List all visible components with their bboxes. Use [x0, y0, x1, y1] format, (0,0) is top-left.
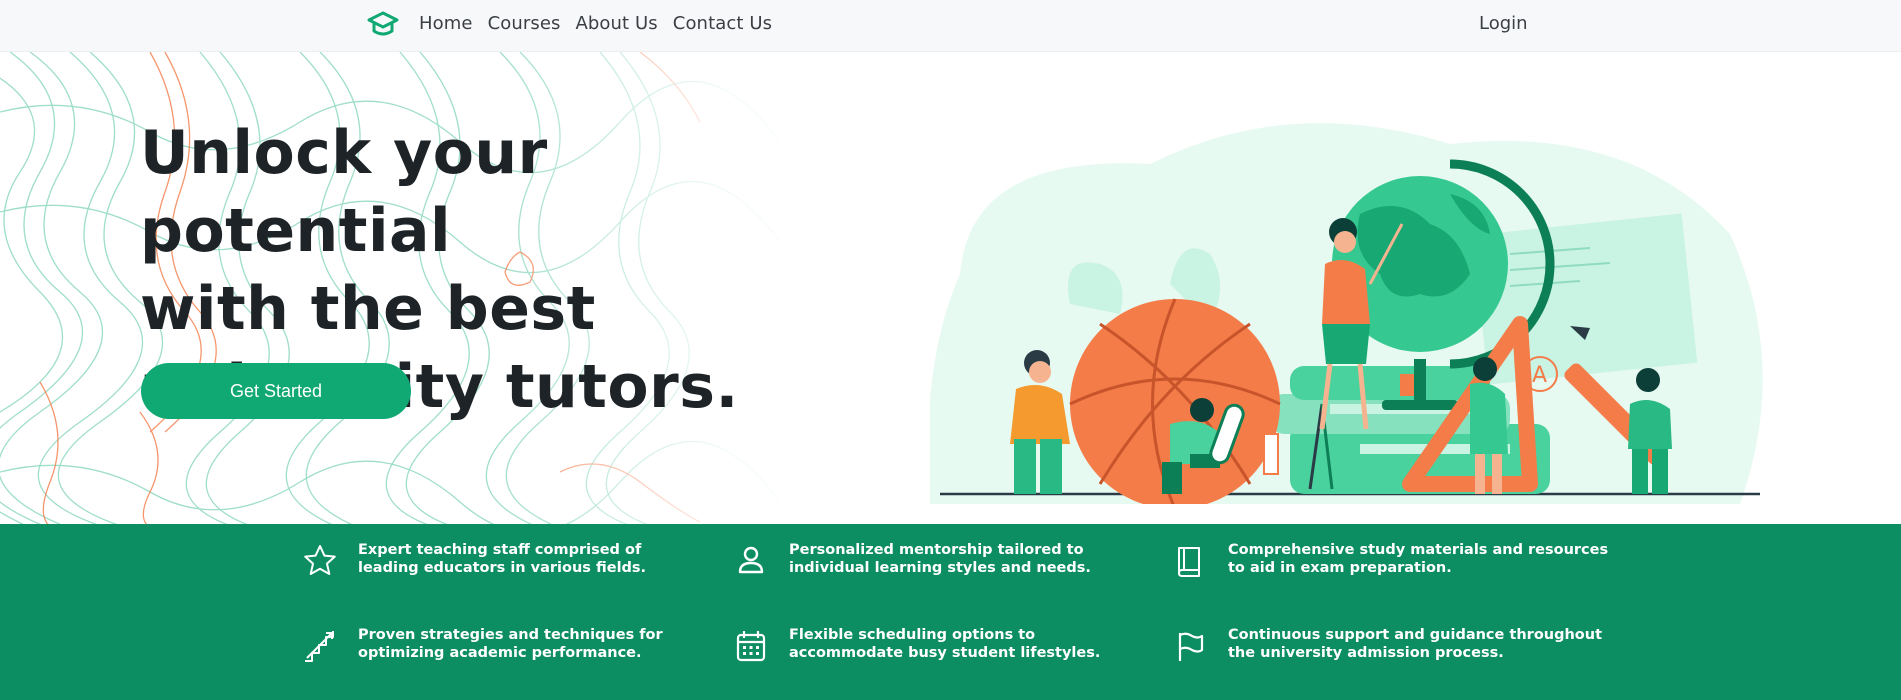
- graduation-cap-icon: [367, 11, 399, 36]
- feature-text: Expert teaching staff comprised of leadi…: [358, 542, 647, 576]
- star-icon: [304, 545, 336, 575]
- feature-item-expert-staff: Expert teaching staff comprised of leadi…: [302, 541, 692, 579]
- brand-logo[interactable]: [367, 10, 399, 40]
- book-icon: [1178, 547, 1200, 577]
- nav-contact-us[interactable]: Contact Us: [673, 13, 772, 34]
- feature-item-mentorship: Personalized mentorship tailored to indi…: [733, 541, 1153, 579]
- feature-text: Continuous support and guidance througho…: [1228, 627, 1603, 661]
- hero-title-line-2: with the best: [140, 274, 596, 344]
- feature-item-study-materials: Comprehensive study materials and resour…: [1172, 541, 1612, 579]
- navbar: Home Courses About Us Contact Us Login: [0, 0, 1901, 52]
- hero-title-line-1: Unlock your potential: [140, 118, 548, 266]
- person-icon: [738, 546, 764, 574]
- flag-icon: [1178, 632, 1204, 661]
- feature-text: Personalized mentorship tailored to indi…: [789, 542, 1091, 576]
- nav-home[interactable]: Home: [419, 13, 473, 34]
- tutoring-illustration: A: [930, 123, 1763, 504]
- svg-text:A: A: [1532, 363, 1547, 388]
- features-section: Expert teaching staff comprised of leadi…: [0, 524, 1901, 700]
- feature-text: Flexible scheduling options to accommoda…: [789, 627, 1101, 661]
- feature-item-strategies: Proven strategies and techniques for opt…: [302, 626, 712, 664]
- hero-section: Unlock your potential with the best univ…: [0, 52, 1901, 524]
- feature-item-support: Continuous support and guidance througho…: [1172, 626, 1612, 664]
- nav-courses[interactable]: Courses: [488, 13, 561, 34]
- stairs-progress-icon: [305, 631, 334, 662]
- nav-about-us[interactable]: About Us: [575, 13, 657, 34]
- feature-text: Proven strategies and techniques for opt…: [358, 627, 663, 661]
- feature-text: Comprehensive study materials and resour…: [1228, 542, 1609, 576]
- calendar-icon: [736, 631, 766, 662]
- feature-item-scheduling: Flexible scheduling options to accommoda…: [733, 626, 1153, 664]
- nav-links: Home Courses About Us Contact Us: [419, 0, 772, 46]
- get-started-button[interactable]: Get Started: [141, 363, 411, 419]
- login-link[interactable]: Login: [1479, 0, 1528, 46]
